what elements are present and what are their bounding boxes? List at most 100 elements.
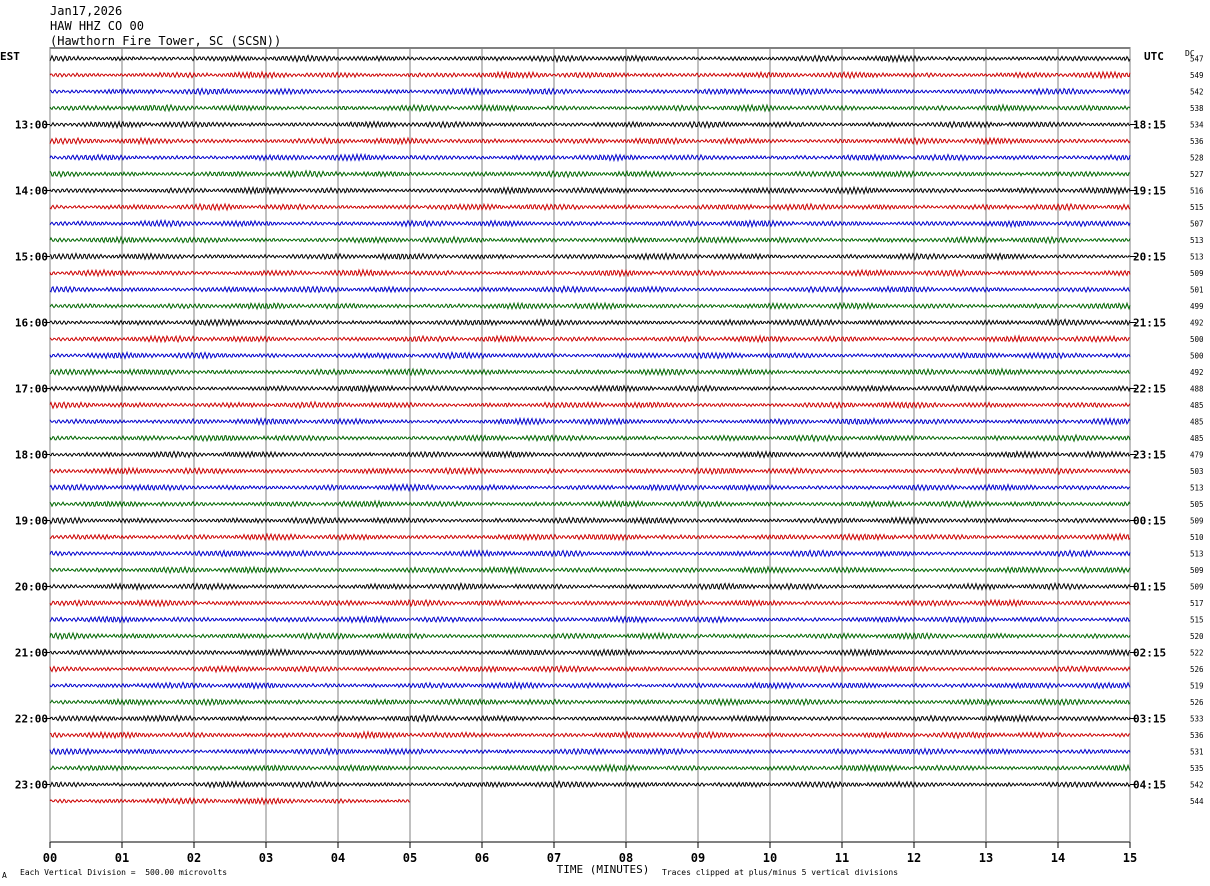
seismic-trace-green xyxy=(49,169,1131,179)
seismic-trace-black xyxy=(49,185,1131,196)
x-tick-label: 11 xyxy=(835,851,849,865)
seismic-trace-red xyxy=(49,334,1131,344)
hour-label-right: 21:15 xyxy=(1133,317,1166,330)
hour-label-right: 03:15 xyxy=(1133,713,1166,726)
dc-offset-label: 479 xyxy=(1190,451,1204,460)
hour-label-left: 13:00 xyxy=(15,119,48,132)
seismic-trace-black xyxy=(49,383,1131,394)
seismic-trace-black xyxy=(49,581,1131,592)
dc-offset-label: 527 xyxy=(1190,170,1204,179)
dc-offset-label: 509 xyxy=(1190,566,1204,575)
hour-label-right: 01:15 xyxy=(1133,581,1166,594)
clip-note: Traces clipped at plus/minus 5 vertical … xyxy=(662,868,899,877)
x-tick-label: 04 xyxy=(331,851,345,865)
seismic-trace-red xyxy=(49,796,410,806)
hour-label-right: 20:15 xyxy=(1133,251,1166,264)
hour-label-left: 15:00 xyxy=(15,251,48,264)
dc-offset-label: 509 xyxy=(1190,269,1204,278)
dc-offset-label: 515 xyxy=(1190,203,1204,212)
dc-offset-label: 509 xyxy=(1190,517,1204,526)
dc-offset-label: 535 xyxy=(1190,764,1204,773)
dc-offset-label: 536 xyxy=(1190,731,1204,740)
seismic-trace-black xyxy=(49,516,1131,525)
seismic-trace-black xyxy=(49,53,1131,64)
seismogram-plot: 00 01 02 03 04 05 06 07 08 09 10 11 12 13 14 15TIME (MI… xyxy=(15,47,1204,876)
dc-offset-label: 526 xyxy=(1190,665,1204,674)
hour-label-right: 02:15 xyxy=(1133,647,1166,660)
hour-label-right: 22:15 xyxy=(1133,383,1166,396)
hour-label-left: 17:00 xyxy=(15,383,48,396)
dc-offset-label: 538 xyxy=(1190,104,1204,113)
x-tick-label: 10 xyxy=(763,851,777,865)
dc-offset-label: 533 xyxy=(1190,715,1204,724)
dc-offset-label: 547 xyxy=(1190,55,1204,64)
seismic-trace-red xyxy=(49,466,1131,476)
x-tick-label: 14 xyxy=(1051,851,1065,865)
seismic-trace-blue xyxy=(49,218,1131,229)
x-tick-label: 15 xyxy=(1123,851,1137,865)
hour-label-right: 00:15 xyxy=(1133,515,1166,528)
scale-note: Each Vertical Division = 500.00 microvol… xyxy=(20,868,228,877)
seismic-trace-green xyxy=(49,235,1131,245)
seismic-trace-red xyxy=(49,598,1131,608)
dc-offset-label: 531 xyxy=(1190,748,1204,757)
x-tick-label: 00 xyxy=(43,851,57,865)
dc-offset-label: 505 xyxy=(1190,500,1204,509)
hour-label-right: 19:15 xyxy=(1133,185,1166,198)
x-tick-label: 12 xyxy=(907,851,921,865)
dc-offset-label: 536 xyxy=(1190,137,1204,146)
dc-offset-label: 513 xyxy=(1190,236,1204,245)
dc-offset-label: 517 xyxy=(1190,599,1204,608)
x-axis-title: TIME (MINUTES) xyxy=(557,863,650,876)
dc-offset-label: 488 xyxy=(1190,385,1204,394)
dc-offset-label: 516 xyxy=(1190,187,1204,196)
dc-offset-label: 510 xyxy=(1190,533,1204,542)
dc-offset-label: 513 xyxy=(1190,484,1204,493)
seismic-trace-red xyxy=(49,532,1131,542)
dc-offset-label: 542 xyxy=(1190,88,1204,97)
hour-label-left: 14:00 xyxy=(15,185,48,198)
x-tick-label: 05 xyxy=(403,851,417,865)
hour-label-left: 16:00 xyxy=(15,317,48,330)
dc-offset-label: 513 xyxy=(1190,550,1204,559)
corner-mark: A xyxy=(2,871,7,880)
seismic-trace-blue xyxy=(49,680,1131,691)
x-tick-label: 09 xyxy=(691,851,705,865)
seismic-trace-black xyxy=(49,251,1131,262)
seismic-trace-blue xyxy=(49,284,1131,294)
dc-offset-label: 513 xyxy=(1190,253,1204,262)
seismic-trace-red xyxy=(49,730,1131,740)
seismic-trace-blue xyxy=(49,482,1131,492)
seismic-trace-black xyxy=(49,318,1131,328)
dc-offset-label: 492 xyxy=(1190,368,1204,377)
dc-offset-label: 528 xyxy=(1190,154,1204,163)
x-tick-label: 01 xyxy=(115,851,129,865)
seismic-trace-red xyxy=(49,70,1131,80)
hour-label-left: 19:00 xyxy=(15,515,48,528)
hour-label-left: 20:00 xyxy=(15,581,48,594)
seismic-trace-green xyxy=(49,103,1131,113)
x-tick-label: 02 xyxy=(187,851,201,865)
x-tick-label: 13 xyxy=(979,851,993,865)
hour-label-right: 04:15 xyxy=(1133,779,1166,792)
seismic-trace-blue xyxy=(49,350,1131,361)
dc-offset-label: 519 xyxy=(1190,682,1204,691)
hour-label-left: 22:00 xyxy=(15,713,48,726)
seismic-trace-red xyxy=(49,268,1131,278)
seismic-trace-red xyxy=(49,664,1131,674)
seismic-trace-green xyxy=(49,763,1131,773)
dc-offset-label: 522 xyxy=(1190,649,1204,658)
dc-offset-label: 515 xyxy=(1190,616,1204,625)
seismic-trace-green xyxy=(49,565,1131,575)
x-tick-label: 06 xyxy=(475,851,489,865)
minute-gridlines xyxy=(44,47,1136,848)
dc-offset-label: 549 xyxy=(1190,71,1204,80)
dc-offset-label: 485 xyxy=(1190,418,1204,427)
dc-offset-label: 534 xyxy=(1190,121,1204,130)
seismic-trace-black xyxy=(49,780,1131,789)
hour-label-left: 18:00 xyxy=(15,449,48,462)
seismic-trace-black xyxy=(49,120,1131,130)
seismic-trace-blue xyxy=(49,747,1131,757)
seismic-trace-green xyxy=(49,499,1131,509)
hour-label-left: 23:00 xyxy=(15,779,48,792)
